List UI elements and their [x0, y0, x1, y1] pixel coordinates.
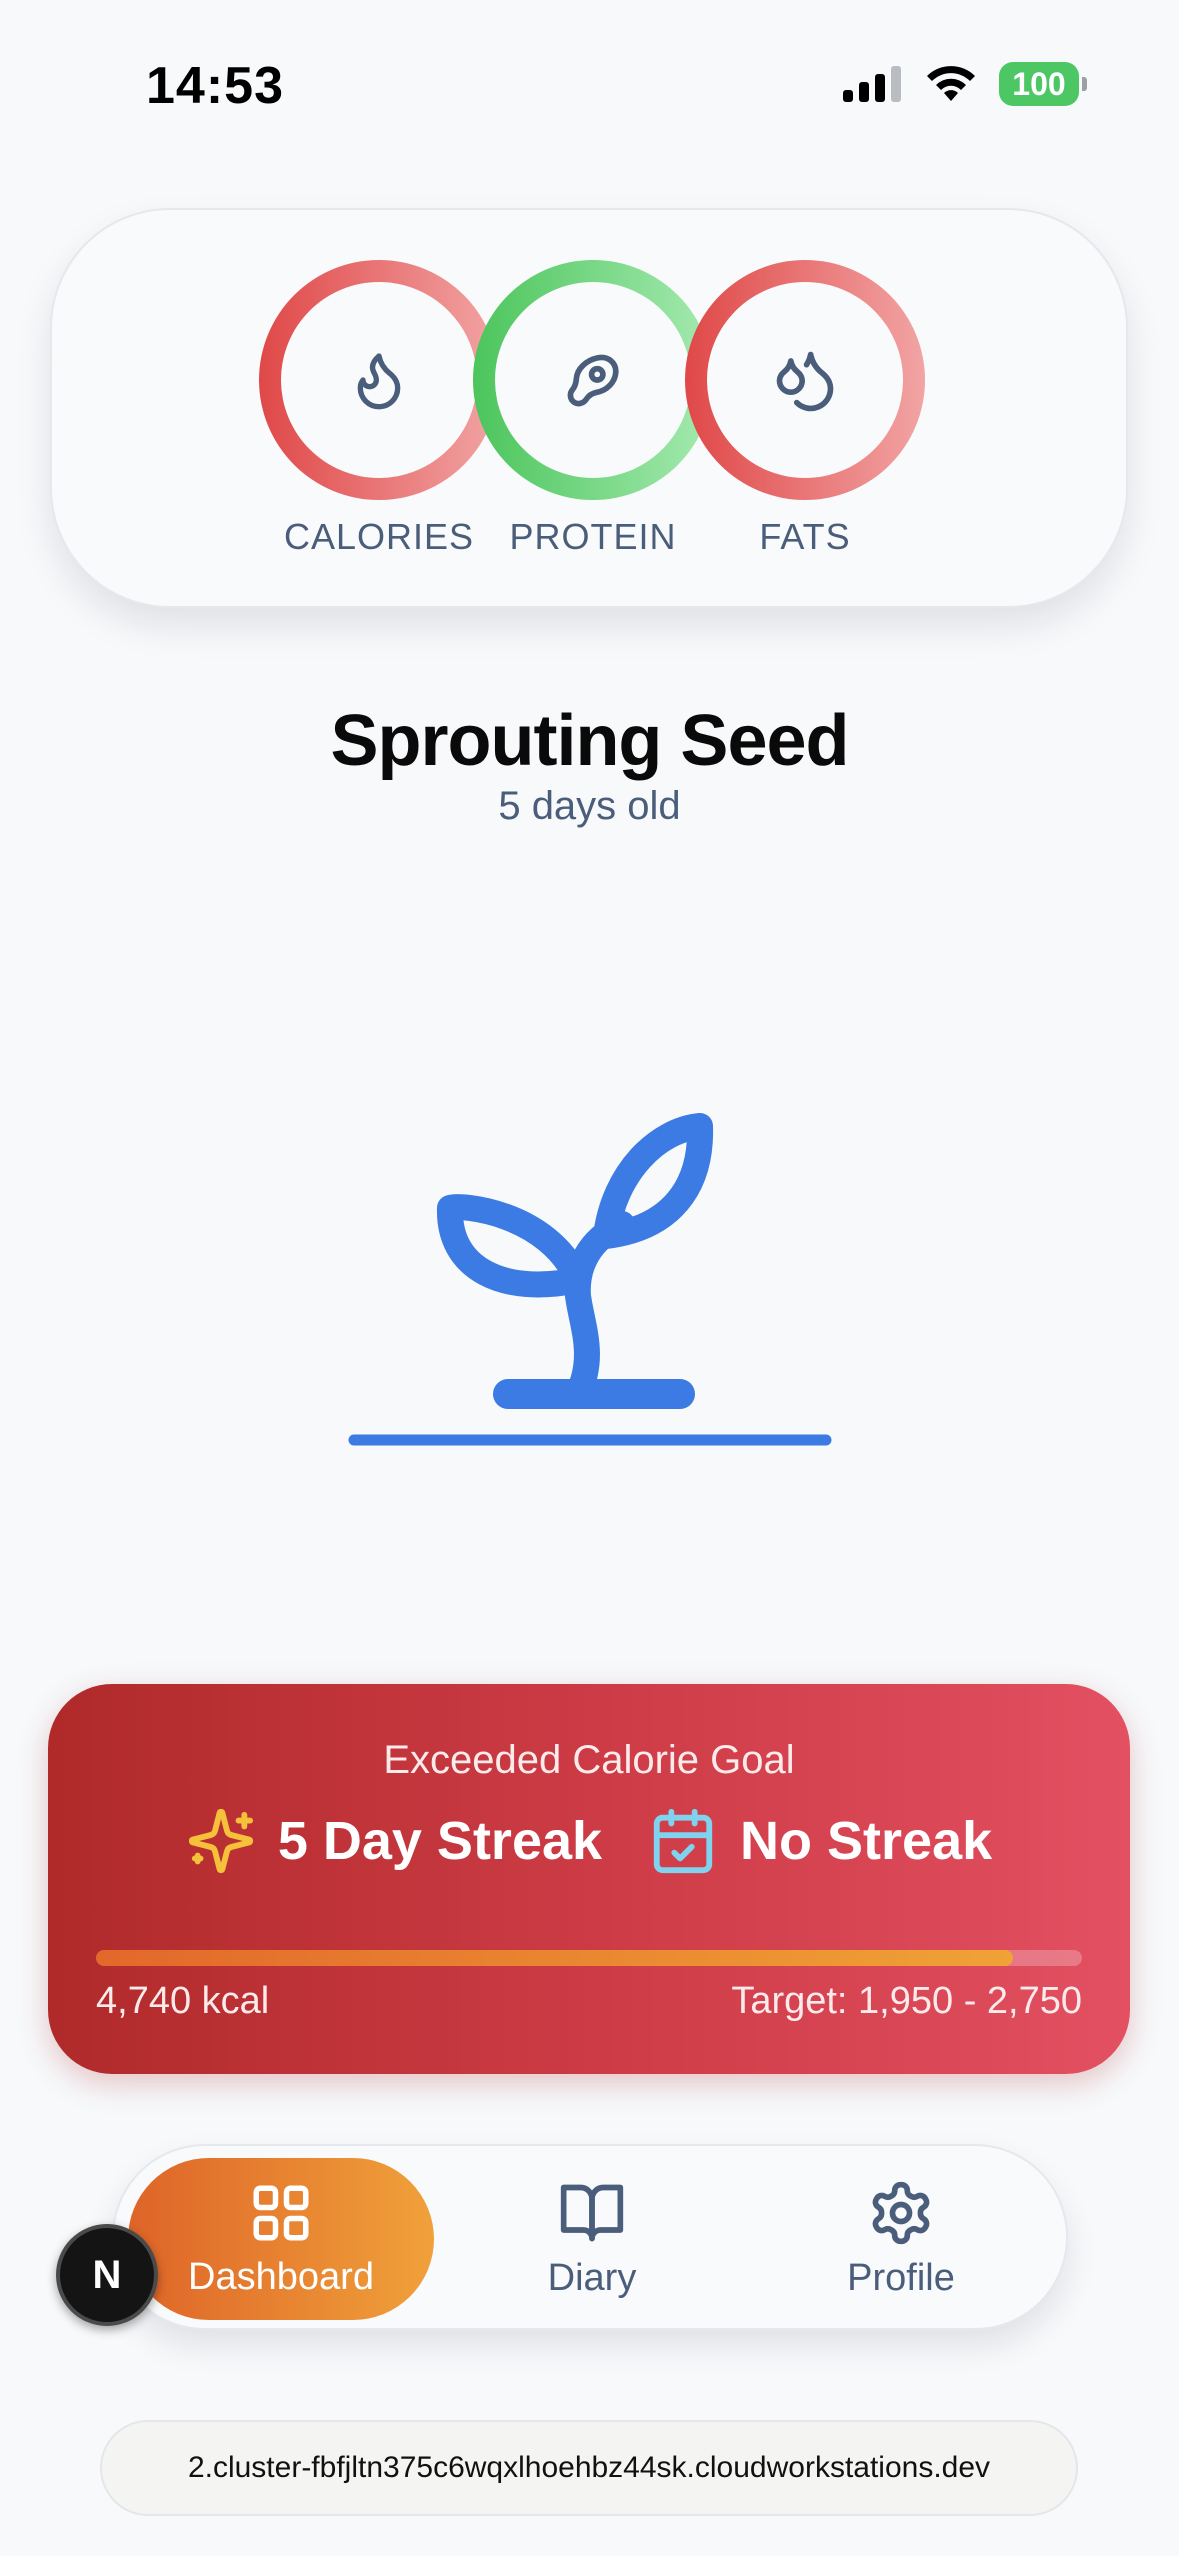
sparkles-icon [188, 1808, 253, 1874]
nav-diary[interactable]: Diary [439, 2158, 745, 2320]
status-time: 14:53 [146, 57, 284, 115]
no-streak-label: No Streak [740, 1811, 993, 1871]
book-open-icon [560, 2184, 624, 2241]
gear-icon [872, 2181, 930, 2244]
day-streak: 5 Day Streak [186, 1806, 602, 1876]
day-streak-label: 5 Day Streak [277, 1811, 603, 1871]
url-bar[interactable]: 2.cluster-fbfjltn375c6wqxlhoehbz44sk.clo… [100, 2420, 1078, 2516]
plant-title: Sprouting Seed [330, 701, 849, 781]
cellular-signal-icon [843, 66, 901, 102]
nav-diary-label: Diary [547, 2256, 637, 2299]
nav-profile-label: Profile [847, 2256, 955, 2299]
bottom-nav: Dashboard Diary Profile [112, 2144, 1068, 2330]
kcal-target: Target: 1,950 - 2,750 [731, 1980, 1082, 2022]
nav-dashboard[interactable]: Dashboard [128, 2158, 434, 2320]
dev-tools-badge[interactable]: N [56, 2224, 158, 2326]
wifi-icon [927, 66, 975, 101]
calorie-progress-fill [96, 1950, 1013, 1966]
streak-heading: Exceeded Calorie Goal [383, 1738, 795, 1782]
kcal-value: 4,740 kcal [96, 1980, 270, 2022]
calories-label: CALORIES [283, 516, 475, 557]
fats-label: FATS [759, 516, 851, 557]
streak-card: Exceeded Calorie Goal 5 Day Streak No St… [48, 1684, 1130, 2074]
protein-label: PROTEIN [509, 516, 677, 557]
sprout-icon [348, 1113, 832, 1446]
battery-icon: 100 [999, 62, 1087, 106]
macro-card: CALORIES PROTEIN FATS [50, 208, 1128, 608]
fats-ring[interactable] [685, 260, 925, 500]
calories-ring[interactable] [259, 260, 499, 500]
status-icons: 100 [843, 62, 1087, 106]
nav-dashboard-label: Dashboard [188, 2255, 374, 2298]
calendar-check-icon [653, 1808, 713, 1874]
meat-icon [567, 354, 619, 407]
status-bar: 14:53 100 [0, 0, 1179, 180]
plant-age: 5 days old [498, 784, 681, 828]
flame-icon [357, 353, 401, 410]
droplets-icon [776, 351, 834, 412]
no-streak: No Streak [648, 1806, 992, 1876]
calorie-progress-bar [96, 1950, 1082, 1966]
grid-icon [253, 2185, 309, 2240]
nav-profile[interactable]: Profile [748, 2158, 1054, 2320]
streak-row: 5 Day Streak No Streak [48, 1806, 1130, 1876]
protein-ring[interactable] [473, 260, 713, 500]
